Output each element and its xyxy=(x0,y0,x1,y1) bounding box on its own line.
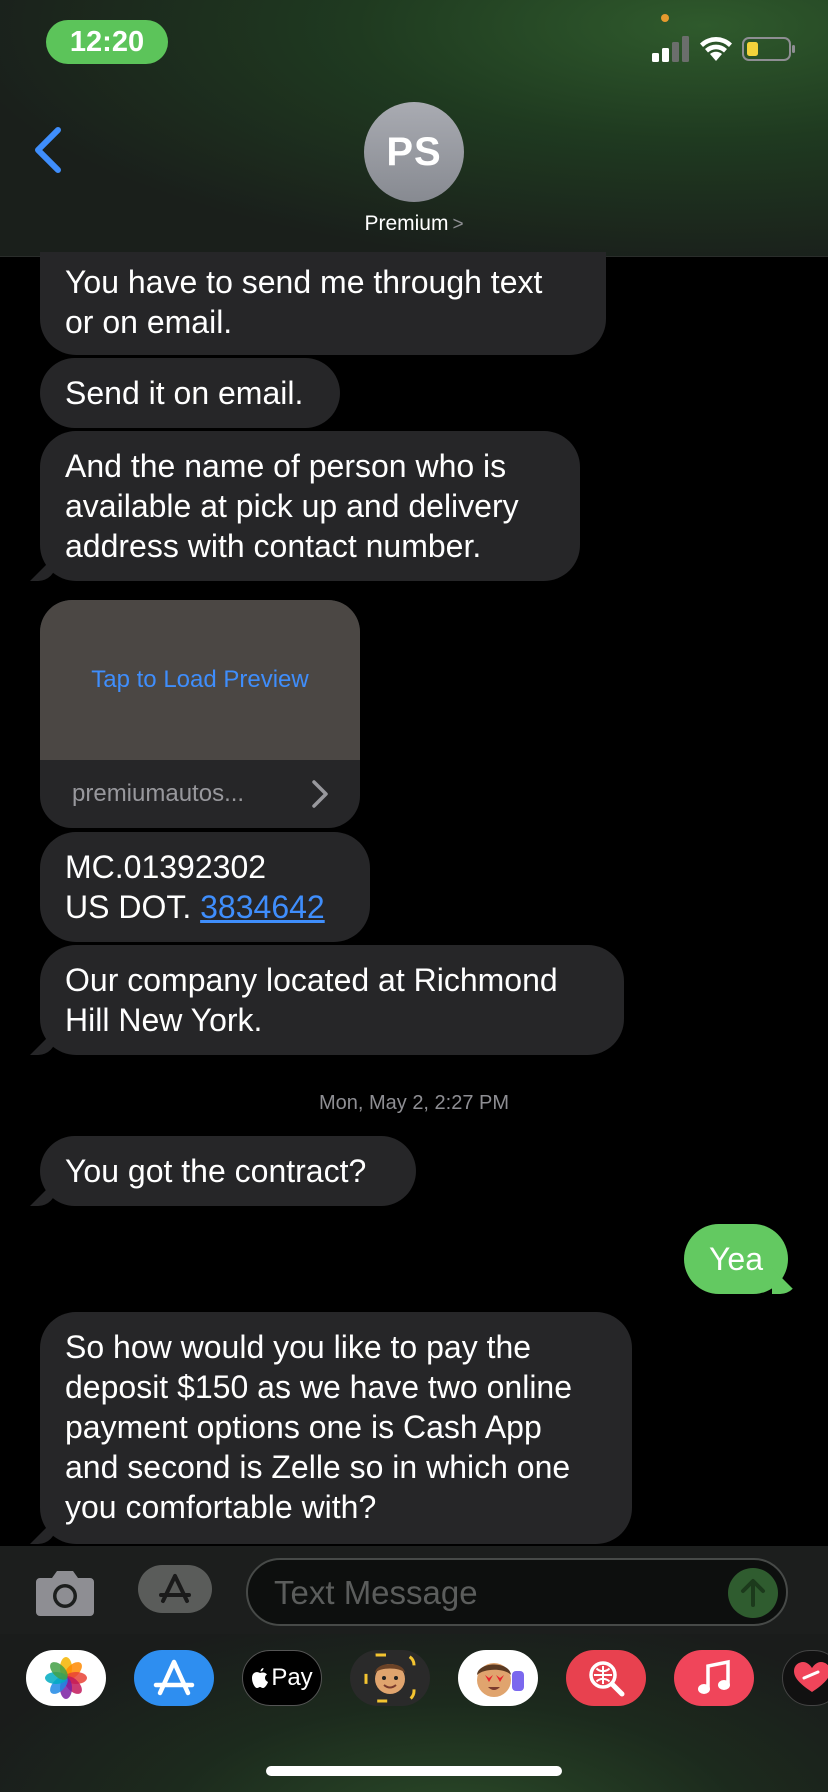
message-text-line: payment options one is Cash App xyxy=(65,1409,542,1445)
message-text-line: And the name of person who is xyxy=(65,448,507,484)
wifi-icon xyxy=(700,37,732,61)
message-text-line: Hill New York. xyxy=(65,1002,263,1038)
message-text: Send it on email. xyxy=(65,375,304,411)
link-preview-footer[interactable]: premiumautos... xyxy=(40,760,360,828)
battery-icon xyxy=(742,37,795,61)
photos-app-button[interactable] xyxy=(26,1650,106,1706)
message-bubble-incoming[interactable]: You got the contract? xyxy=(40,1136,416,1206)
message-text-field[interactable] xyxy=(246,1558,788,1626)
message-text-line: So how would you like to pay the xyxy=(65,1329,532,1365)
phone-number-link[interactable]: 3834642 xyxy=(200,889,325,925)
memoji-icon xyxy=(364,1653,416,1703)
apple-logo-icon xyxy=(252,1668,269,1688)
arrow-up-icon xyxy=(741,1579,765,1607)
message-text-line: US DOT. 3834642 xyxy=(65,887,345,927)
message-bubble-incoming[interactable]: Our company located at Richmond Hill New… xyxy=(40,945,624,1055)
link-preview-card[interactable]: Tap to Load Preview premiumautos... xyxy=(40,600,360,828)
message-bubble-incoming[interactable]: MC.01392302 US DOT. 3834642 xyxy=(40,832,370,942)
message-text-line: You have to send me through text xyxy=(65,264,543,300)
apple-pay-label: Pay xyxy=(271,1664,313,1691)
link-domain: premiumautos... xyxy=(72,780,245,807)
message-text: You got the contract? xyxy=(65,1153,367,1189)
app-store-toggle-button[interactable] xyxy=(138,1565,212,1613)
music-icon xyxy=(698,1659,730,1694)
apple-pay-icon: Pay xyxy=(251,1664,313,1692)
message-text-line: address with contact number. xyxy=(65,528,482,564)
message-bubble-incoming[interactable]: And the name of person who is available … xyxy=(40,431,580,581)
animoji-icon xyxy=(477,1663,524,1697)
message-text-line: you comfortable with? xyxy=(65,1489,377,1525)
contact-name-button[interactable]: Premium > xyxy=(0,212,828,236)
message-text-line: MC.01392302 xyxy=(65,849,267,885)
apple-pay-button[interactable]: Pay xyxy=(242,1650,322,1706)
message-bubble-incoming[interactable]: So how would you like to pay the deposit… xyxy=(40,1312,632,1544)
image-search-button[interactable] xyxy=(566,1650,646,1706)
app-store-button[interactable] xyxy=(134,1650,214,1706)
message-input[interactable] xyxy=(272,1568,696,1618)
app-store-icon xyxy=(153,1659,195,1696)
home-indicator[interactable] xyxy=(266,1766,562,1776)
contact-name: Premium xyxy=(364,212,449,235)
message-timestamp: Mon, May 2, 2:27 PM xyxy=(318,1092,510,1114)
animoji-app-button[interactable] xyxy=(458,1650,538,1706)
status-time: 12:20 xyxy=(46,20,168,64)
conversation-header: 12:20 PS Premium > xyxy=(0,0,828,257)
chevron-right-icon: > xyxy=(452,214,464,235)
memoji-app-button[interactable] xyxy=(350,1650,430,1706)
camera-icon[interactable] xyxy=(34,1568,96,1618)
message-bubble-incoming[interactable]: You have to send me through text or on e… xyxy=(40,252,606,355)
message-text: US DOT. xyxy=(65,889,201,925)
tap-to-load-preview[interactable]: Tap to Load Preview xyxy=(40,600,360,760)
send-button[interactable] xyxy=(728,1568,778,1618)
message-text-line: Our company located at Richmond xyxy=(65,962,558,998)
message-text-line: available at pick up and delivery xyxy=(65,488,519,524)
message-text-line: and second is Zelle so in which one xyxy=(65,1449,571,1485)
image-search-icon xyxy=(589,1661,625,1697)
message-bubble-incoming[interactable]: Send it on email. xyxy=(40,358,340,428)
chevron-right-icon xyxy=(312,780,328,808)
back-chevron-icon[interactable] xyxy=(28,124,68,176)
app-store-icon xyxy=(159,1574,191,1603)
compose-bar xyxy=(0,1546,828,1634)
contact-avatar[interactable]: PS xyxy=(364,102,464,202)
music-app-button[interactable] xyxy=(674,1650,754,1706)
privacy-indicator-dot xyxy=(661,14,669,22)
photos-icon xyxy=(45,1657,87,1699)
message-text: Yea xyxy=(709,1241,763,1277)
message-bubble-outgoing[interactable]: Yea xyxy=(684,1224,788,1294)
digital-touch-icon xyxy=(794,1662,828,1692)
digital-touch-button[interactable] xyxy=(782,1650,828,1706)
message-text-line: deposit $150 as we have two online xyxy=(65,1369,573,1405)
cellular-signal-icon xyxy=(652,36,689,62)
message-text-line: or on email. xyxy=(65,304,233,340)
